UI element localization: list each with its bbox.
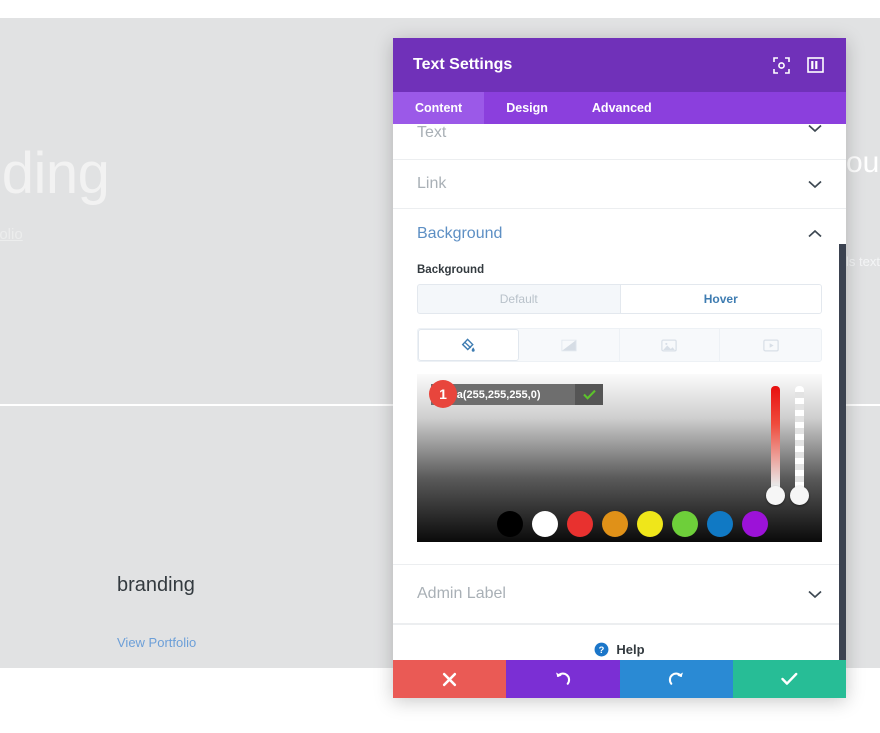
- color-confirm-button[interactable]: [575, 384, 603, 405]
- state-hover-button[interactable]: Hover: [619, 285, 821, 313]
- portfolio-card-title: branding: [117, 574, 195, 596]
- settings-scroll-area: Text Link Background Background Default …: [393, 124, 846, 660]
- annotation-badge-1: 1: [429, 380, 457, 408]
- background-field-label: Background: [417, 264, 485, 276]
- color-swatch-row: [497, 511, 768, 537]
- section-link[interactable]: Link: [393, 160, 846, 209]
- swatch-yellow[interactable]: [637, 511, 663, 537]
- chevron-down-icon: [808, 590, 822, 598]
- hero-portfolio-link[interactable]: rtfolio: [0, 226, 23, 243]
- tab-advanced[interactable]: Advanced: [570, 92, 674, 124]
- undo-icon: [556, 672, 571, 685]
- help-icon: ?: [594, 642, 609, 657]
- help-label: Help: [616, 642, 645, 657]
- tab-content[interactable]: Content: [393, 92, 485, 124]
- undo-button[interactable]: [506, 660, 620, 698]
- svg-text:?: ?: [599, 645, 605, 655]
- modal-header: Text Settings: [393, 38, 846, 92]
- modal-body: Text Link Background Background Default …: [393, 124, 846, 660]
- background-image-icon[interactable]: [620, 329, 721, 361]
- background-state-toggle: Default Hover: [417, 284, 822, 314]
- section-background[interactable]: Background: [393, 209, 846, 258]
- hero-heading: nding: [0, 141, 110, 206]
- section-background-label: Background: [417, 224, 503, 242]
- swatch-green[interactable]: [672, 511, 698, 537]
- swatch-red[interactable]: [567, 511, 593, 537]
- right-column-body: ls text: [846, 254, 880, 269]
- state-default-button[interactable]: Default: [418, 285, 620, 313]
- text-settings-modal: Text Settings Content Design Advanced Te…: [393, 38, 846, 698]
- color-picker[interactable]: 1: [417, 374, 822, 542]
- hue-slider[interactable]: [771, 386, 780, 494]
- redo-button[interactable]: [619, 660, 733, 698]
- alpha-slider-handle[interactable]: [790, 486, 809, 505]
- background-color-icon[interactable]: [418, 329, 519, 361]
- checkmark-icon: [781, 672, 798, 685]
- hue-slider-handle[interactable]: [766, 486, 785, 505]
- focus-icon[interactable]: [770, 54, 792, 76]
- background-video-icon[interactable]: [720, 329, 821, 361]
- swatch-white[interactable]: [532, 511, 558, 537]
- modal-tab-bar: Content Design Advanced: [393, 92, 846, 124]
- section-admin-label[interactable]: Admin Label: [393, 564, 846, 624]
- cancel-button[interactable]: [393, 660, 507, 698]
- background-gradient-icon[interactable]: [519, 329, 620, 361]
- close-icon: [442, 672, 457, 686]
- background-panel: Background Default Hover 1 rgba(255,255,…: [393, 258, 846, 542]
- swatch-orange[interactable]: [602, 511, 628, 537]
- background-type-tabs: [417, 328, 822, 362]
- section-text[interactable]: Text: [393, 124, 846, 160]
- section-admin-label-label: Admin Label: [417, 585, 506, 602]
- save-button[interactable]: [732, 660, 846, 698]
- right-column-heading: ou c: [846, 146, 880, 179]
- layout-panel-icon[interactable]: [804, 54, 826, 76]
- chevron-down-icon: [808, 124, 822, 133]
- swatch-purple[interactable]: [742, 511, 768, 537]
- tab-design[interactable]: Design: [484, 92, 570, 124]
- redo-icon: [668, 672, 683, 685]
- alpha-slider[interactable]: [795, 386, 804, 494]
- modal-footer: [393, 660, 846, 698]
- section-link-label: Link: [417, 175, 447, 192]
- chevron-up-icon: [808, 229, 822, 238]
- help-row[interactable]: ? Help: [393, 624, 846, 660]
- modal-title: Text Settings: [413, 56, 513, 73]
- settings-scrollbar[interactable]: [839, 244, 846, 660]
- portfolio-card-link[interactable]: View Portfolio: [117, 635, 196, 650]
- swatch-blue[interactable]: [707, 511, 733, 537]
- chevron-down-icon: [808, 180, 822, 188]
- section-text-label: Text: [417, 124, 447, 141]
- swatch-black[interactable]: [497, 511, 523, 537]
